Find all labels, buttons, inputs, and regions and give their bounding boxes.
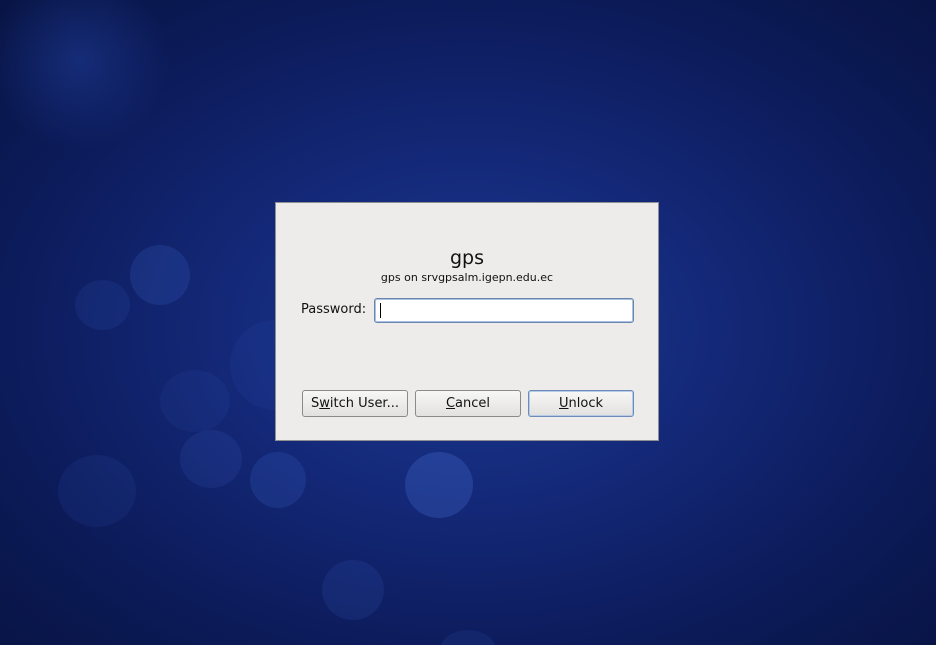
- mnemonic-letter: U: [559, 396, 569, 411]
- background-bokeh: [250, 452, 306, 508]
- desktop-background: gps gps on srvgpsalm.igepn.edu.ec Passwo…: [0, 0, 936, 645]
- background-bokeh: [440, 630, 496, 645]
- cancel-button[interactable]: Cancel: [415, 390, 521, 417]
- button-label-part: ancel: [455, 396, 491, 411]
- background-bokeh: [75, 280, 130, 330]
- background-bokeh: [180, 430, 242, 488]
- background-bokeh: [405, 452, 473, 518]
- background-bokeh: [160, 370, 230, 432]
- button-label-part: nlock: [568, 396, 603, 411]
- password-input[interactable]: [374, 298, 634, 323]
- unlock-button[interactable]: Unlock: [528, 390, 634, 417]
- button-label-part: itch User...: [329, 396, 399, 411]
- dialog-subtitle: gps on srvgpsalm.igepn.edu.ec: [380, 271, 554, 284]
- mnemonic-letter: C: [445, 396, 456, 411]
- switch-user-button[interactable]: Switch User...: [302, 390, 408, 417]
- background-bokeh: [58, 455, 136, 527]
- password-label: Password:: [301, 302, 367, 317]
- dialog-title: gps: [449, 247, 485, 269]
- background-bokeh: [130, 245, 190, 305]
- text-caret: [380, 303, 381, 318]
- unlock-dialog: gps gps on srvgpsalm.igepn.edu.ec Passwo…: [275, 202, 659, 441]
- background-bokeh: [322, 560, 384, 620]
- mnemonic-letter: w: [319, 396, 330, 411]
